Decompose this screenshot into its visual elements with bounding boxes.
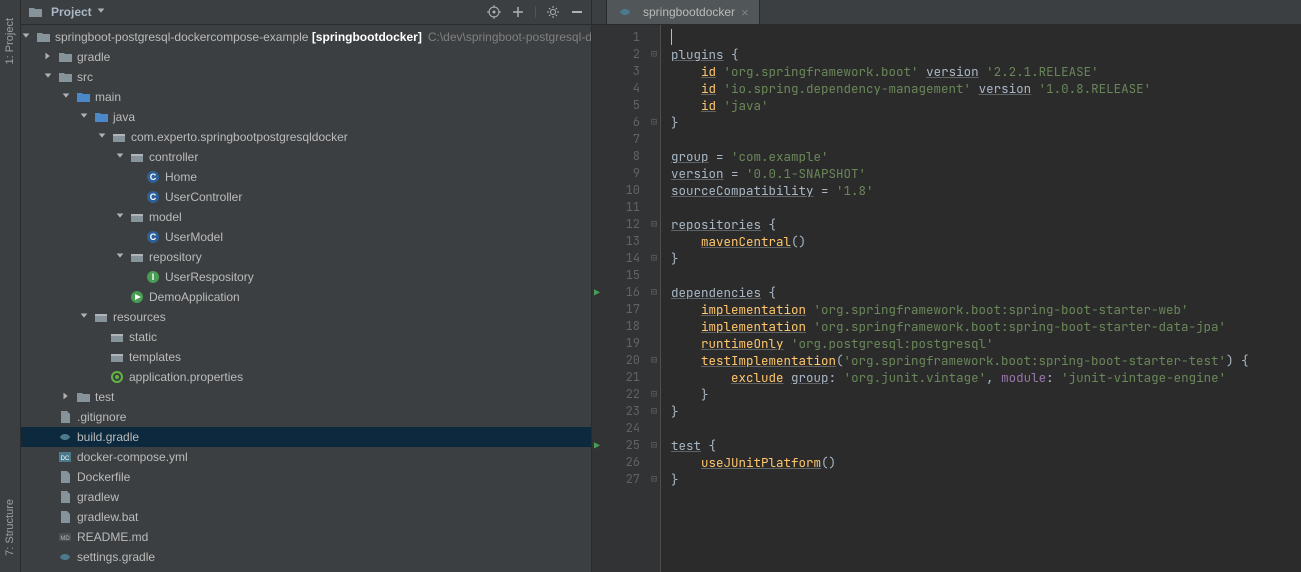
package-icon xyxy=(129,149,145,165)
file-icon xyxy=(57,489,73,505)
tree-item[interactable]: src xyxy=(21,67,591,87)
tree-item[interactable]: settings.gradle xyxy=(21,547,591,567)
folder-icon xyxy=(109,349,125,365)
root-label: springboot-postgresql-dockercompose-exam… xyxy=(55,30,422,44)
resources-icon xyxy=(93,309,109,325)
tree-item[interactable]: Dockerfile xyxy=(21,467,591,487)
tree-item[interactable]: repository xyxy=(21,247,591,267)
tree-item[interactable]: .gitignore xyxy=(21,407,591,427)
md-icon xyxy=(57,529,73,545)
tree-item[interactable]: application.properties xyxy=(21,367,591,387)
tab-label: springbootdocker xyxy=(643,5,735,19)
tool-strip: 1: Project 7: Structure xyxy=(0,0,21,572)
tree-item[interactable]: README.md xyxy=(21,527,591,547)
folder-icon xyxy=(57,69,73,85)
expand-arrow-icon[interactable] xyxy=(21,31,33,43)
gradle-icon xyxy=(57,549,73,565)
hide-panel-icon[interactable] xyxy=(569,4,585,20)
folder-icon xyxy=(109,329,125,345)
properties-icon xyxy=(109,369,125,385)
text-caret xyxy=(671,29,672,45)
locate-icon[interactable] xyxy=(486,4,502,20)
line-gutter[interactable]: 1 2 3 4 5 6 7 8 9 10 11 12 13 14 15 16 1… xyxy=(592,25,648,572)
run-gutter-icon[interactable]: ▶ xyxy=(594,284,600,301)
folder-icon xyxy=(57,49,73,65)
tree-item[interactable]: gradle xyxy=(21,47,591,67)
toolwindow-project[interactable]: 1: Project xyxy=(4,12,16,70)
tree-item[interactable]: UserController xyxy=(21,187,591,207)
class-icon xyxy=(145,229,161,245)
editor-tabs: springbootdocker × xyxy=(607,0,1301,24)
folder-icon xyxy=(75,389,91,405)
tree-item[interactable]: gradlew xyxy=(21,487,591,507)
tree-item[interactable]: Home xyxy=(21,167,591,187)
class-icon xyxy=(145,169,161,185)
tree-item[interactable]: resources xyxy=(21,307,591,327)
module-icon xyxy=(35,29,51,45)
tree-item[interactable]: java xyxy=(21,107,591,127)
close-tab-icon[interactable]: × xyxy=(741,5,749,20)
project-tree[interactable]: springboot-postgresql-dockercompose-exam… xyxy=(21,25,591,572)
tree-item[interactable]: templates xyxy=(21,347,591,367)
run-app-icon xyxy=(129,289,145,305)
tree-item[interactable]: docker-compose.yml xyxy=(21,447,591,467)
root-path: C:\dev\springboot-postgresql-dockercompo… xyxy=(428,30,591,44)
tree-item[interactable]: controller xyxy=(21,147,591,167)
file-icon xyxy=(57,409,73,425)
project-panel-title: Project xyxy=(51,5,92,19)
tree-item[interactable]: UserModel xyxy=(21,227,591,247)
src-folder-icon xyxy=(93,109,109,125)
fold-gutter[interactable]: ⊟ ⊟ ⊟ ⊟ ⊟ ⊟ ⊟ ⊟ ⊟ ⊟ xyxy=(648,25,661,572)
yml-icon xyxy=(57,449,73,465)
collapse-arrow-icon[interactable] xyxy=(43,51,55,63)
file-icon xyxy=(57,509,73,525)
package-icon xyxy=(111,129,127,145)
tree-item[interactable]: gradlew.bat xyxy=(21,507,591,527)
gradle-icon xyxy=(57,429,73,445)
tree-item[interactable]: static xyxy=(21,327,591,347)
tree-item[interactable]: main xyxy=(21,87,591,107)
tree-item[interactable]: DemoApplication xyxy=(21,287,591,307)
tree-item[interactable]: model xyxy=(21,207,591,227)
project-panel: Project | springboot-postgresql-dockerco… xyxy=(21,0,592,572)
package-icon xyxy=(129,209,145,225)
editor-area: springbootdocker × 1 2 3 4 5 6 7 8 9 10 … xyxy=(592,0,1301,572)
project-panel-header: Project | xyxy=(21,0,591,25)
editor-tab[interactable]: springbootdocker × xyxy=(607,0,760,24)
toolwindow-structure[interactable]: 7: Structure xyxy=(4,493,16,562)
folder-icon xyxy=(75,89,91,105)
tree-item[interactable]: test xyxy=(21,387,591,407)
file-icon xyxy=(57,469,73,485)
tree-item[interactable]: UserRespository xyxy=(21,267,591,287)
class-icon xyxy=(145,189,161,205)
chevron-down-icon xyxy=(96,6,108,18)
package-icon xyxy=(129,249,145,265)
code-editor[interactable]: plugins { id 'org.springframework.boot' … xyxy=(661,25,1301,572)
gradle-icon xyxy=(617,4,633,20)
collapse-all-icon[interactable] xyxy=(510,4,526,20)
project-view-selector[interactable]: Project xyxy=(27,4,110,20)
run-gutter-icon[interactable]: ▶ xyxy=(594,437,600,454)
tree-item-selected[interactable]: build.gradle xyxy=(21,427,591,447)
gear-icon[interactable] xyxy=(545,4,561,20)
tree-item[interactable]: com.experto.springbootpostgresqldocker xyxy=(21,127,591,147)
interface-icon xyxy=(145,269,161,285)
tree-root[interactable]: springboot-postgresql-dockercompose-exam… xyxy=(21,27,591,47)
